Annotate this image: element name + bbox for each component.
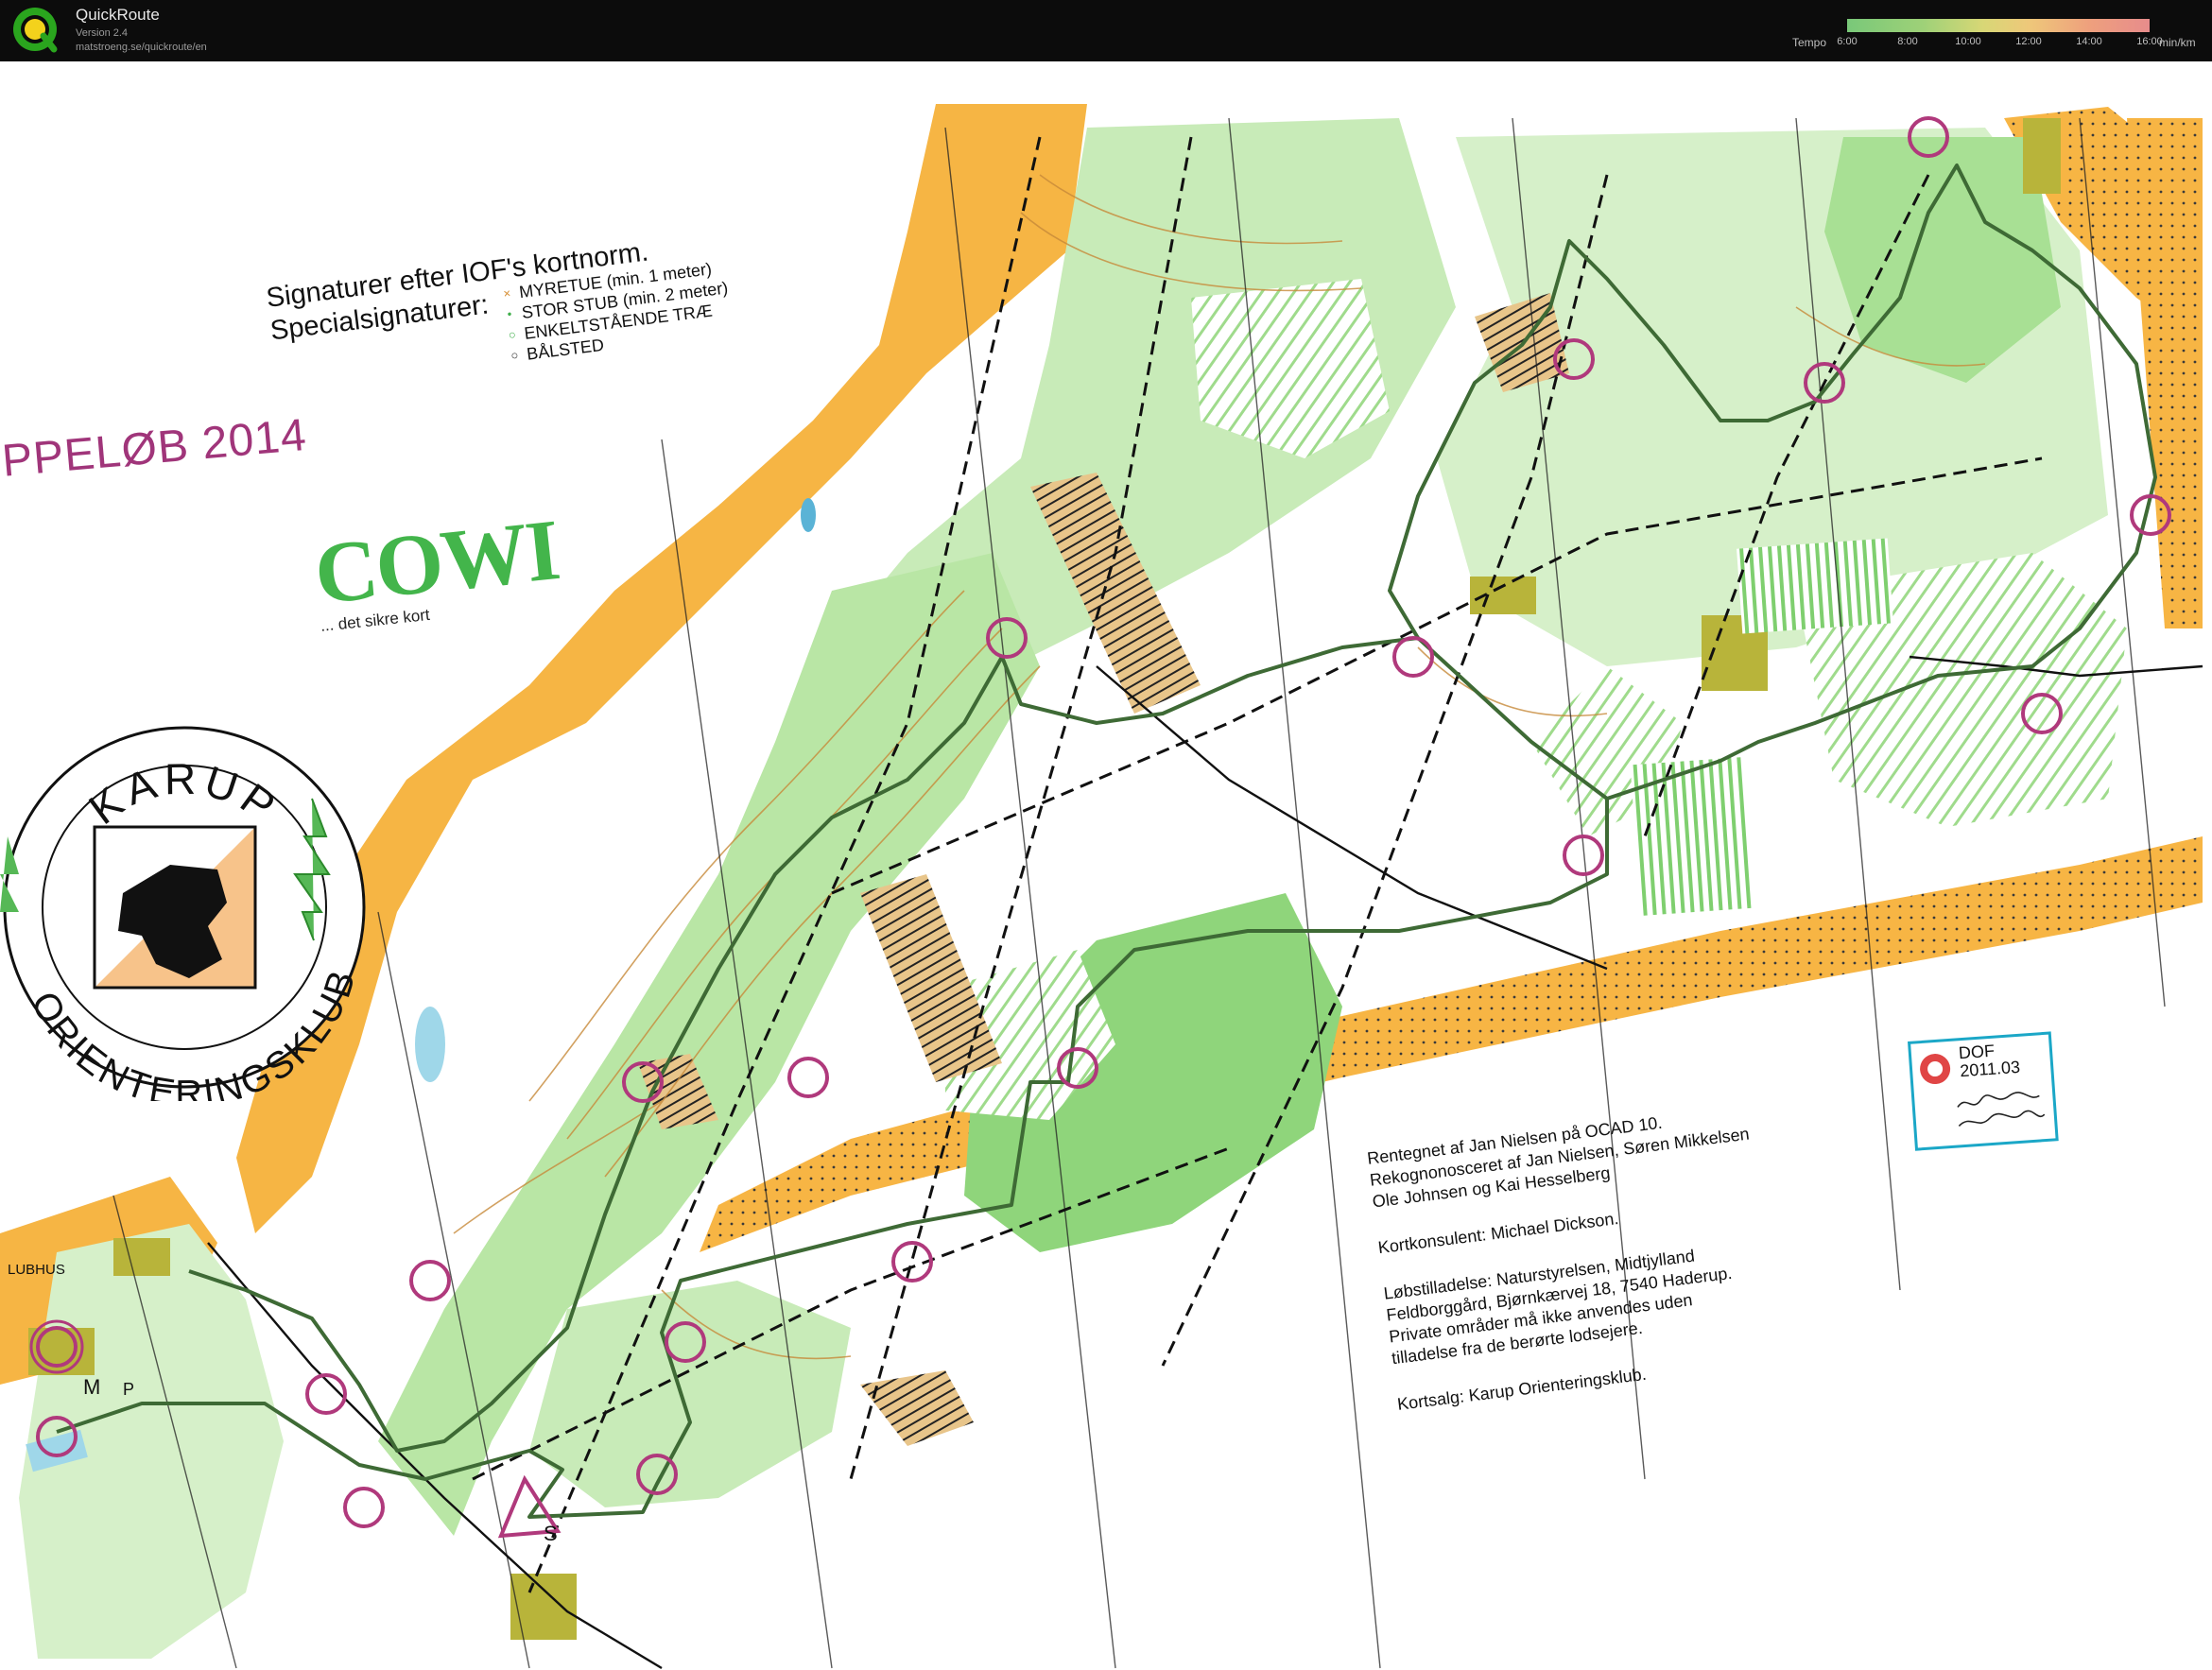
tempo-color-bar [1847,19,2150,32]
tempo-tick: 6:00 [1837,36,1858,47]
tempo-unit: min/km [2159,36,2196,49]
tempo-tick: 10:00 [1955,36,1981,47]
tempo-tick: 12:00 [2015,36,2042,47]
clearcut-hatch [860,1370,974,1446]
parking-label: M [83,1375,101,1399]
map-credits: Rentegnet af Jan Nielsen på OCAD 10. Rek… [1366,1102,1778,1416]
tempo-label: Tempo [1792,36,1827,49]
field-stripes [1630,757,1754,916]
quickroute-logo-icon [13,8,58,53]
field-stripes [1737,538,1893,634]
anthill-symbol-icon: × [502,285,511,301]
parking-label: P [123,1380,135,1399]
start-label: S [544,1522,558,1545]
tempo-tick: 8:00 [1897,36,1918,47]
water-feature [801,498,816,532]
tempo-ticks: 6:00 8:00 10:00 12:00 14:00 16:00 [1837,36,2162,49]
app-url[interactable]: matstroeng.se/quickroute/en [76,42,207,53]
app-name: QuickRoute [76,6,160,24]
settlement-block [1470,577,1536,614]
dof-code: DOF 2011.03 [1958,1041,2021,1081]
dof-emblem-icon [1920,1054,1951,1085]
stump-symbol-icon: • [506,306,513,321]
app-header: QuickRoute Version 2.4 matstroeng.se/qui… [0,0,2212,61]
tempo-legend: Tempo 6:00 8:00 10:00 12:00 14:00 16:00 … [1787,13,2203,55]
water-feature [415,1007,445,1082]
orienteering-map[interactable]: Signaturer efter IOF's kortnorm. Special… [0,61,2212,1670]
settlement-block [2023,118,2061,194]
settlement-block [113,1238,170,1276]
settlement-block [510,1574,577,1640]
tempo-tick: 14:00 [2076,36,2102,47]
signature-icon [1957,1092,2046,1128]
fireplace-symbol-icon: ○ [510,347,520,363]
club-logo: KARUP ORIENTERINGSKLUB [0,726,366,1101]
dof-line: 2011.03 [1959,1057,2021,1081]
app-version: Version 2.4 [76,27,129,39]
place-label: LUBHUS [8,1262,65,1278]
dof-stamp: DOF 2011.03 [1908,1031,2059,1151]
tree-symbol-icon: ○ [507,327,517,342]
